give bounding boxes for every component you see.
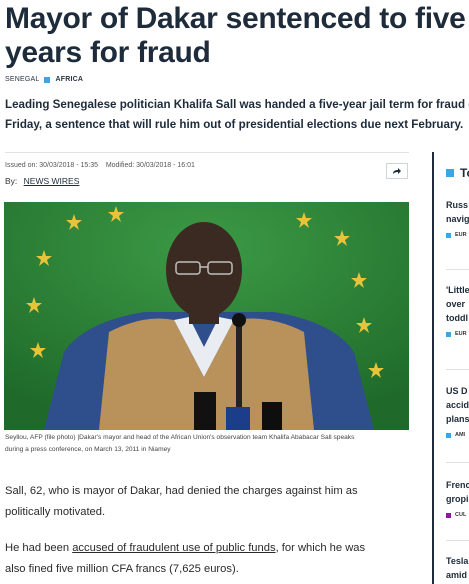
paragraph-1-line-1: Sall, 62, who is mayor of Dakar, had den…	[5, 485, 358, 497]
sidebar-story-5[interactable]: Tesla amid	[446, 554, 469, 582]
story-line: navig	[446, 214, 469, 224]
byline-label: By:	[5, 176, 18, 186]
sidebar-story-3[interactable]: US D accid plans AMI	[446, 384, 469, 438]
share-button[interactable]	[386, 163, 408, 179]
story-category: EUR	[446, 232, 469, 238]
story-line: plans	[446, 414, 469, 424]
tag-country[interactable]: SENEGAL	[5, 76, 39, 83]
top-stories-sidebar: To Russ navig EUR 'Little over toddl EUR…	[432, 152, 469, 584]
article-headline: Mayor of Dakar sentenced to five years f…	[5, 2, 469, 70]
divider	[446, 462, 469, 463]
article-paragraph-1: Sall, 62, who is mayor of Dakar, had den…	[5, 481, 409, 523]
paragraph-2-text: He had been	[5, 542, 73, 554]
category-square-icon	[446, 331, 451, 337]
byline: By: NEWS WIRES	[5, 176, 79, 186]
article-lead: Leading Senegalese politician Khalifa Sa…	[5, 95, 469, 135]
story-line: 'Little	[446, 285, 469, 295]
tag-region[interactable]: AFRICA	[55, 76, 83, 83]
headline-line-1: Mayor of Dakar sentenced to five	[5, 2, 466, 35]
category-square-icon	[446, 512, 451, 518]
sidebar-story-4[interactable]: Frenc gropi CUL	[446, 478, 469, 518]
paragraph-2-line-2: also fined five million CFA francs (7,62…	[5, 563, 239, 575]
story-line: US D	[446, 386, 468, 396]
headline-line-2: years for fraud	[5, 36, 211, 69]
category-label: AMI	[455, 432, 466, 438]
photo-illustration	[4, 202, 409, 430]
category-label: EUR	[455, 232, 467, 238]
category-square-icon	[446, 232, 451, 238]
article-photo	[4, 202, 409, 430]
category-label: CUL	[455, 512, 467, 518]
paragraph-2-line-1: He had been accused of fraudulent use of…	[5, 538, 409, 559]
sidebar-story-1[interactable]: Russ navig EUR	[446, 198, 469, 238]
article-tags: SENEGAL AFRICA	[5, 76, 83, 83]
issued-date: Issued on: 30/03/2018 - 15:35	[5, 162, 99, 169]
fraud-accusation-link[interactable]: accused of fraudulent use of public fund…	[72, 542, 275, 554]
story-line: toddl	[446, 313, 468, 323]
story-category: AMI	[446, 432, 469, 438]
paragraph-1-line-2: politically motivated.	[5, 506, 106, 518]
modified-date: Modified: 30/03/2018 - 16:01	[105, 162, 195, 169]
divider	[446, 540, 469, 541]
caption-line-2: during a press conference, on March 13, …	[5, 446, 171, 453]
story-line: Russ	[446, 200, 469, 210]
divider	[5, 152, 409, 153]
sidebar-title: To	[460, 166, 469, 180]
story-category: CUL	[446, 512, 469, 518]
sidebar-header: To	[446, 166, 469, 180]
story-line: Frenc	[446, 480, 469, 490]
author-link[interactable]: NEWS WIRES	[24, 176, 80, 186]
share-arrow-icon	[393, 168, 401, 174]
divider	[446, 369, 469, 370]
story-category: EUR	[446, 331, 469, 337]
story-line: Tesla	[446, 556, 469, 566]
story-line: amid	[446, 570, 468, 580]
category-square-icon	[446, 432, 451, 438]
lead-line-2: Friday, a sentence that will rule him ou…	[5, 118, 464, 131]
paragraph-2-text-after: , for which he was	[275, 542, 366, 554]
caption-line-1: Seyllou, AFP (file photo) |Dakar's mayor…	[5, 434, 355, 441]
tag-square-icon	[44, 76, 51, 83]
divider	[446, 269, 469, 270]
story-line: over	[446, 299, 466, 309]
sidebar-story-2[interactable]: 'Little over toddl EUR	[446, 283, 469, 337]
article-paragraph-2: He had been accused of fraudulent use of…	[5, 538, 409, 580]
article-dates: Issued on: 30/03/2018 - 15:35 Modified: …	[5, 162, 195, 169]
sidebar-square-icon	[446, 169, 454, 177]
photo-caption: Seyllou, AFP (file photo) |Dakar's mayor…	[5, 432, 409, 456]
lead-line-1: Leading Senegalese politician Khalifa Sa…	[5, 98, 469, 111]
category-label: EUR	[455, 331, 467, 337]
story-line: accid	[446, 400, 469, 410]
story-line: gropi	[446, 494, 469, 504]
